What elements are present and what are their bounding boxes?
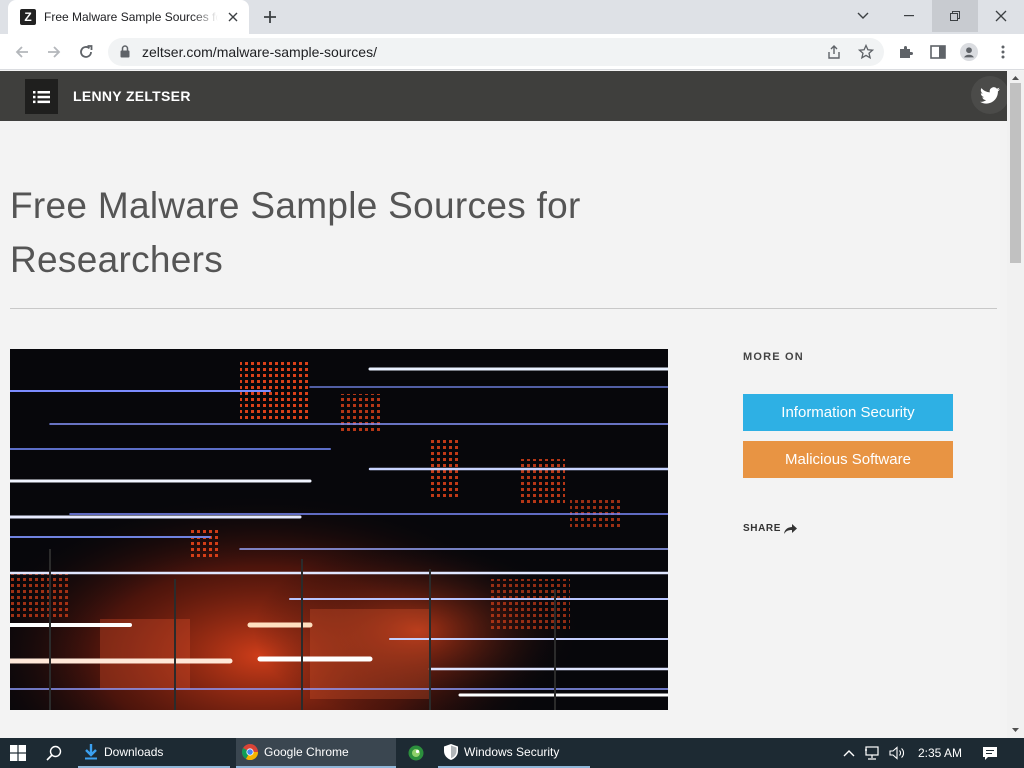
site-header: LENNY ZELTSER: [0, 71, 1007, 121]
category-information-security-button[interactable]: Information Security: [743, 394, 953, 431]
reload-button[interactable]: [72, 38, 100, 66]
restore-button[interactable]: [932, 0, 978, 32]
twitter-link[interactable]: [971, 76, 1007, 114]
chrome-icon: [242, 744, 258, 760]
windows-taskbar: Downloads Google Chrome Windows Security…: [0, 738, 1024, 768]
download-folder-icon: [85, 744, 97, 760]
browser-toolbar: zeltser.com/malware-sample-sources/: [0, 34, 1024, 70]
windows-logo-icon: [10, 745, 26, 761]
more-on-heading: MORE ON: [743, 351, 804, 363]
scroll-down-arrow-icon[interactable]: [1011, 725, 1020, 734]
new-tab-button[interactable]: [258, 5, 282, 29]
app-icon: [408, 745, 424, 761]
site-menu-button[interactable]: [25, 79, 58, 114]
lock-icon[interactable]: [120, 45, 130, 63]
clock[interactable]: 2:35 AM: [918, 738, 962, 768]
scroll-up-arrow-icon[interactable]: [1011, 73, 1020, 82]
show-hidden-icons-chevron-icon[interactable]: [843, 738, 855, 768]
share-label: SHARE: [743, 523, 782, 534]
extensions-puzzle-icon[interactable]: [897, 43, 915, 61]
taskbar-app-label: Downloads: [104, 745, 164, 759]
side-panel-icon[interactable]: [929, 43, 947, 61]
volume-icon[interactable]: [889, 738, 905, 768]
page-viewport: LENNY ZELTSER Free Malware Sample Source…: [0, 71, 1007, 738]
url-text[interactable]: zeltser.com/malware-sample-sources/: [142, 44, 377, 60]
category-malicious-software-button[interactable]: Malicious Software: [743, 441, 953, 478]
twitter-bird-icon: [980, 86, 1000, 104]
list-menu-icon: [33, 90, 50, 103]
back-button[interactable]: [8, 38, 36, 66]
network-icon[interactable]: [865, 738, 881, 768]
browser-tab[interactable]: Z Free Malware Sample Sources for Resear…: [8, 0, 249, 34]
address-bar[interactable]: zeltser.com/malware-sample-sources/: [108, 38, 884, 66]
share-arrow-icon: [784, 523, 798, 534]
bookmark-star-icon[interactable]: [857, 43, 875, 60]
site-name-link[interactable]: LENNY ZELTSER: [73, 88, 191, 104]
minimize-button[interactable]: [886, 0, 932, 32]
tab-search-icon[interactable]: [840, 0, 886, 32]
scroll-thumb[interactable]: [1010, 83, 1021, 263]
taskbar-app-windows-security[interactable]: Windows Security: [438, 738, 590, 768]
page-scrollbar[interactable]: [1007, 71, 1024, 738]
close-window-button[interactable]: [978, 0, 1024, 32]
tab-title: Free Malware Sample Sources for Research…: [44, 10, 218, 24]
taskbar-app-downloads[interactable]: Downloads: [78, 738, 230, 768]
profile-avatar-icon[interactable]: [960, 43, 978, 61]
browser-tab-strip: Z Free Malware Sample Sources for Resear…: [0, 0, 1024, 34]
notifications-icon[interactable]: [982, 738, 998, 768]
tab-close-icon[interactable]: [225, 9, 241, 25]
share-link[interactable]: SHARE: [743, 523, 798, 534]
title-divider: [10, 308, 997, 309]
shield-icon: [444, 744, 458, 760]
taskbar-app-chrome[interactable]: Google Chrome: [236, 738, 396, 768]
start-button[interactable]: [10, 738, 26, 768]
taskbar-app-pinned[interactable]: [400, 738, 432, 768]
search-icon: [46, 745, 62, 761]
share-page-icon[interactable]: [826, 44, 842, 60]
site-favicon-icon: Z: [20, 9, 36, 25]
taskbar-search-button[interactable]: [46, 738, 62, 768]
taskbar-app-label: Google Chrome: [264, 745, 349, 759]
taskbar-app-label: Windows Security: [464, 745, 560, 759]
hero-image: [10, 349, 668, 710]
page-title: Free Malware Sample Sources for Research…: [10, 185, 581, 280]
forward-button[interactable]: [40, 38, 68, 66]
browser-menu-icon[interactable]: [994, 43, 1012, 61]
